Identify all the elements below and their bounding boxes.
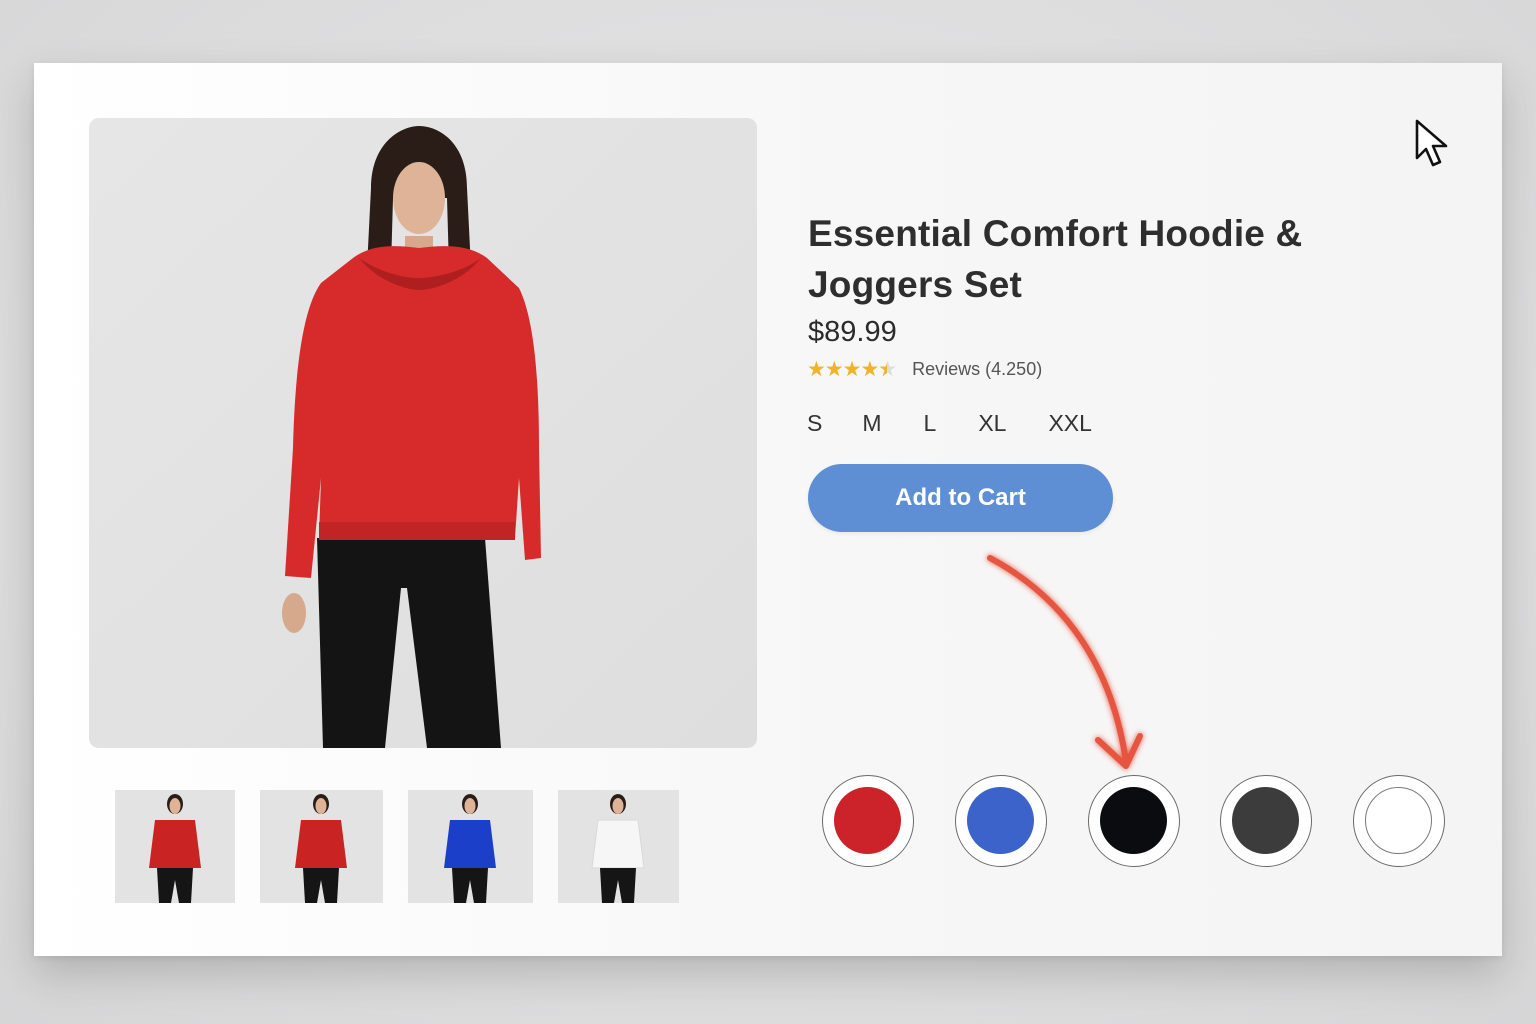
add-to-cart-button[interactable]: Add to Cart [808,464,1113,532]
size-option-xl[interactable]: XL [978,410,1006,437]
color-swatch-black[interactable] [1088,775,1180,867]
size-option-m[interactable]: M [862,410,881,437]
size-option-s[interactable]: S [807,410,822,437]
swatch-color-fill [967,787,1034,854]
reviews-link[interactable]: Reviews (4.250) [912,359,1042,380]
swatch-color-fill [834,787,901,854]
size-option-xxl[interactable]: XXL [1048,410,1091,437]
swatch-color-fill [1100,787,1167,854]
thumbnail-4[interactable] [558,790,679,903]
color-swatch-blue[interactable] [955,775,1047,867]
size-selector: S M L XL XXL [807,410,1092,437]
main-product-image[interactable] [89,118,757,748]
red-curved-arrow-icon [987,555,1143,769]
thumbnail-2[interactable] [260,790,383,903]
product-title: Essential Comfort Hoodie & Joggers Set [808,213,1303,305]
thumbnail-3[interactable] [408,790,533,903]
color-swatch-charcoal[interactable] [1220,775,1312,867]
star-rating-icon: ★★★★★ ★★★★★ [807,357,897,381]
swatch-color-fill [1365,787,1432,854]
thumbnail-1[interactable] [115,790,235,903]
size-option-l[interactable]: L [924,410,937,437]
rating-row: ★★★★★ ★★★★★ Reviews (4.250) [807,356,1042,382]
mouse-pointer-icon [1415,119,1448,167]
star-rating-fill: ★★★★★ [807,357,887,381]
swatch-color-fill [1232,787,1299,854]
product-price: $89.99 [808,316,897,348]
color-swatch-red[interactable] [822,775,914,867]
color-swatch-white[interactable] [1353,775,1445,867]
